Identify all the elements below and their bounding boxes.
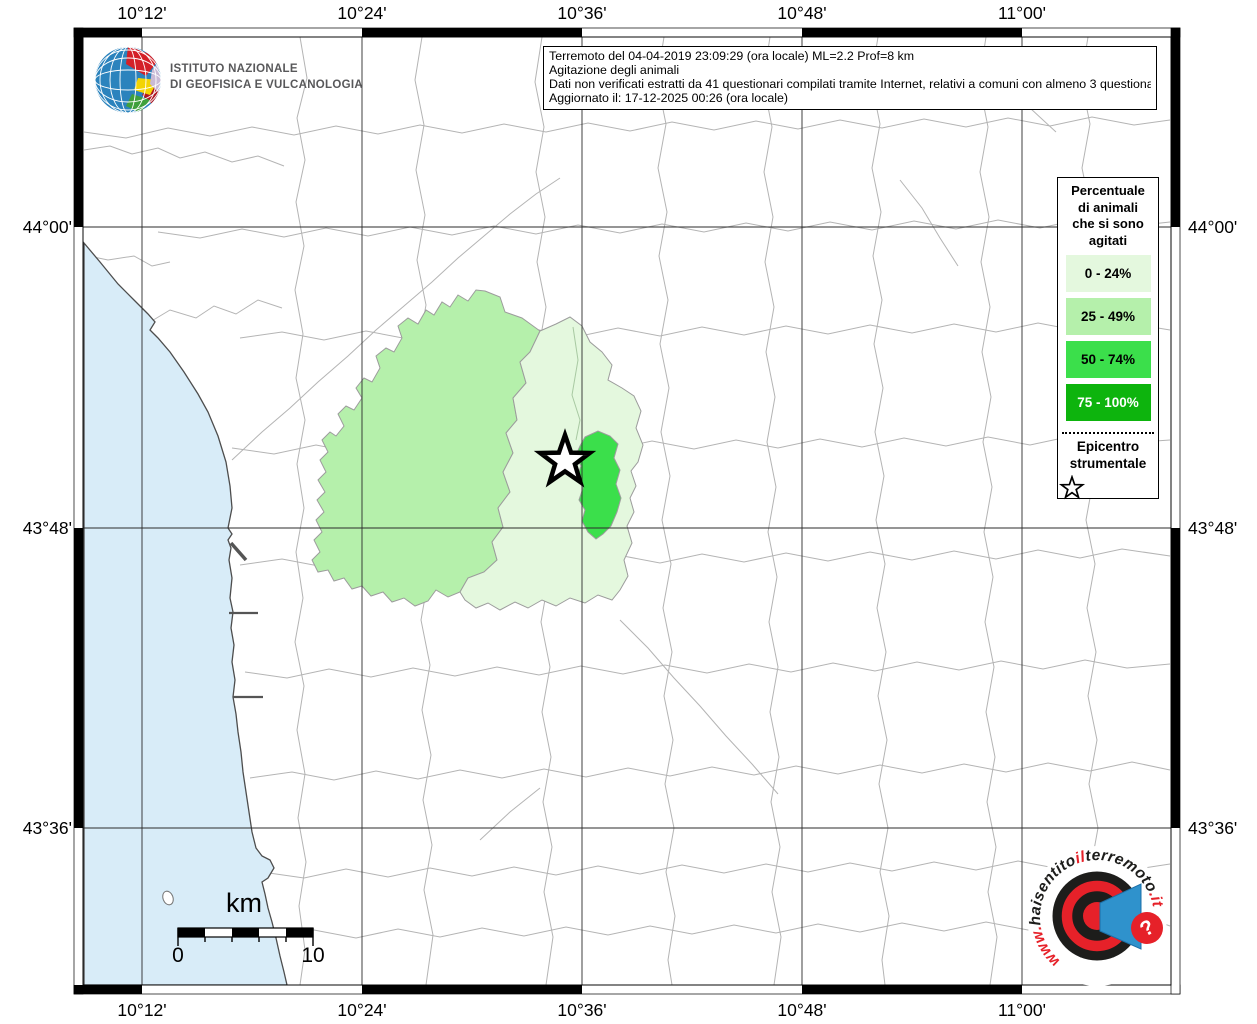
scale-end-label: 10 [283,944,343,968]
haisentito-logo: ? www.haisentitoilterremoto.it [1027,846,1167,986]
legend-star-icon [1058,475,1158,500]
axis-bottom-10-12: 10°12' [97,1000,187,1021]
axis-right-43-48: 43°48' [1188,518,1237,539]
axis-bottom-11-00: 11°00' [977,1000,1067,1021]
earthquake-info-box: Terremoto del 04-04-2019 23:09:29 (ora l… [543,46,1157,110]
seismic-map-page: ? www.haisentitoilterremoto.it ISTITUTO … [0,0,1257,1024]
axis-left-43-48: 43°48' [0,518,72,539]
legend-divider [1062,432,1154,434]
axis-top-10-48: 10°48' [757,3,847,24]
axis-top-10-24: 10°24' [317,3,407,24]
scale-unit-label: km [226,888,262,919]
axis-top-10-36: 10°36' [537,3,627,24]
map-canvas: ? www.haisentitoilterremoto.it [0,0,1257,1024]
legend-title: Percentuale di animali che si sono agita… [1058,178,1158,249]
axis-left-43-36: 43°36' [0,818,72,839]
axis-top-10-12: 10°12' [97,3,187,24]
info-line-updated: Aggiornato il: 17-12-2025 00:26 (ora loc… [549,92,1151,106]
info-line-topic: Agitazione degli animali [549,64,1151,78]
legend-swatch-0-24: 0 - 24% [1066,255,1151,292]
legend: Percentuale di animali che si sono agita… [1057,177,1159,499]
ingv-logo-text-line2: DI GEOFISICA E VULCANOLOGIA [170,79,363,91]
axis-right-43-36: 43°36' [1188,818,1237,839]
axis-bottom-10-24: 10°24' [317,1000,407,1021]
legend-swatch-75-100: 75 - 100% [1066,384,1151,421]
legend-epicenter-title: Epicentro strumentale [1058,438,1158,472]
axis-top-11-00: 11°00' [977,3,1067,24]
axis-bottom-10-48: 10°48' [757,1000,847,1021]
scale-start-label: 0 [148,944,208,968]
axis-left-44-00: 44°00' [0,217,72,238]
axis-right-44-00: 44°00' [1188,217,1237,238]
legend-swatch-50-74: 50 - 74% [1066,341,1151,378]
ingv-logo-text-line1: ISTITUTO NAZIONALE [170,63,298,75]
axis-bottom-10-36: 10°36' [537,1000,627,1021]
legend-swatch-25-49: 25 - 49% [1066,298,1151,335]
info-line-event: Terremoto del 04-04-2019 23:09:29 (ora l… [549,50,1151,64]
info-line-source: Dati non verificati estratti da 41 quest… [549,78,1151,92]
